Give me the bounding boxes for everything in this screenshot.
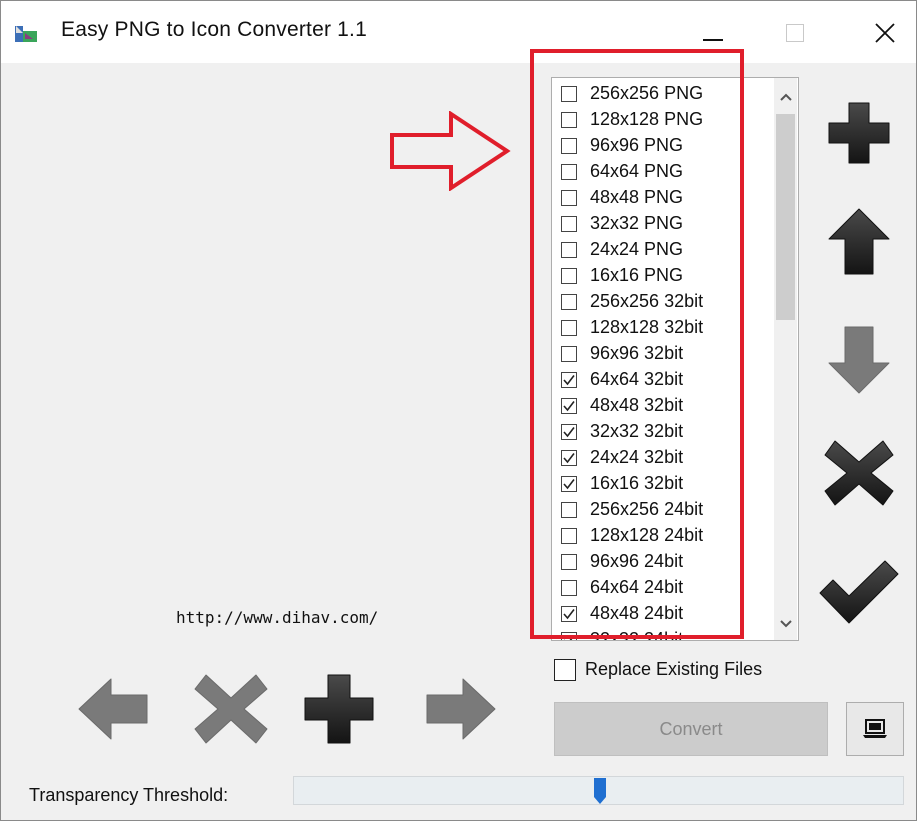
computer-icon (863, 719, 887, 738)
previous-button[interactable] (75, 671, 151, 747)
transparency-threshold-label: Transparency Threshold: (29, 785, 229, 805)
annotation-highlight-box (530, 49, 744, 639)
remove-icon (824, 440, 894, 506)
annotation-arrow-icon (390, 111, 511, 191)
confirm-button[interactable] (817, 557, 901, 629)
add-files-button[interactable] (823, 97, 895, 169)
transparency-threshold-slider[interactable] (293, 776, 904, 805)
previous-arrow-icon (78, 678, 148, 740)
move-up-icon (828, 208, 890, 275)
close-icon (875, 23, 895, 43)
delete-button[interactable] (193, 671, 269, 747)
move-down-button[interactable] (823, 323, 895, 395)
window-title: Easy PNG to Icon Converter 1.1 (61, 18, 367, 41)
app-logo-icon (15, 26, 37, 42)
title-bar: Easy PNG to Icon Converter 1.1 (1, 1, 916, 63)
app-window: Easy PNG to Icon Converter 1.1 256x256 P… (0, 0, 917, 821)
confirm-check-icon (819, 560, 899, 624)
delete-icon (194, 674, 268, 744)
maximize-button[interactable] (767, 11, 823, 55)
add-icon (828, 102, 890, 164)
scroll-down-button[interactable] (774, 612, 797, 634)
add-icon (304, 674, 374, 744)
maximize-icon (786, 24, 804, 42)
chevron-down-icon (779, 620, 792, 628)
scroll-up-button[interactable] (774, 86, 797, 108)
computer-button[interactable] (846, 702, 904, 756)
minimize-icon (703, 39, 723, 41)
close-button[interactable] (857, 11, 913, 55)
list-scrollbar[interactable] (774, 78, 797, 640)
add-image-button[interactable] (301, 671, 377, 747)
move-down-icon (828, 326, 890, 394)
next-button[interactable] (423, 671, 499, 747)
move-up-button[interactable] (823, 206, 895, 278)
scroll-thumb[interactable] (776, 114, 795, 320)
replace-existing-label: Replace Existing Files (585, 659, 763, 679)
slider-thumb[interactable] (593, 777, 607, 805)
convert-button[interactable]: Convert (554, 702, 828, 756)
chevron-up-icon (779, 93, 792, 101)
website-link[interactable]: http://www.dihav.com/ (176, 608, 378, 627)
replace-existing-checkbox[interactable] (554, 659, 576, 681)
next-arrow-icon (426, 678, 496, 740)
remove-format-button[interactable] (823, 437, 895, 509)
